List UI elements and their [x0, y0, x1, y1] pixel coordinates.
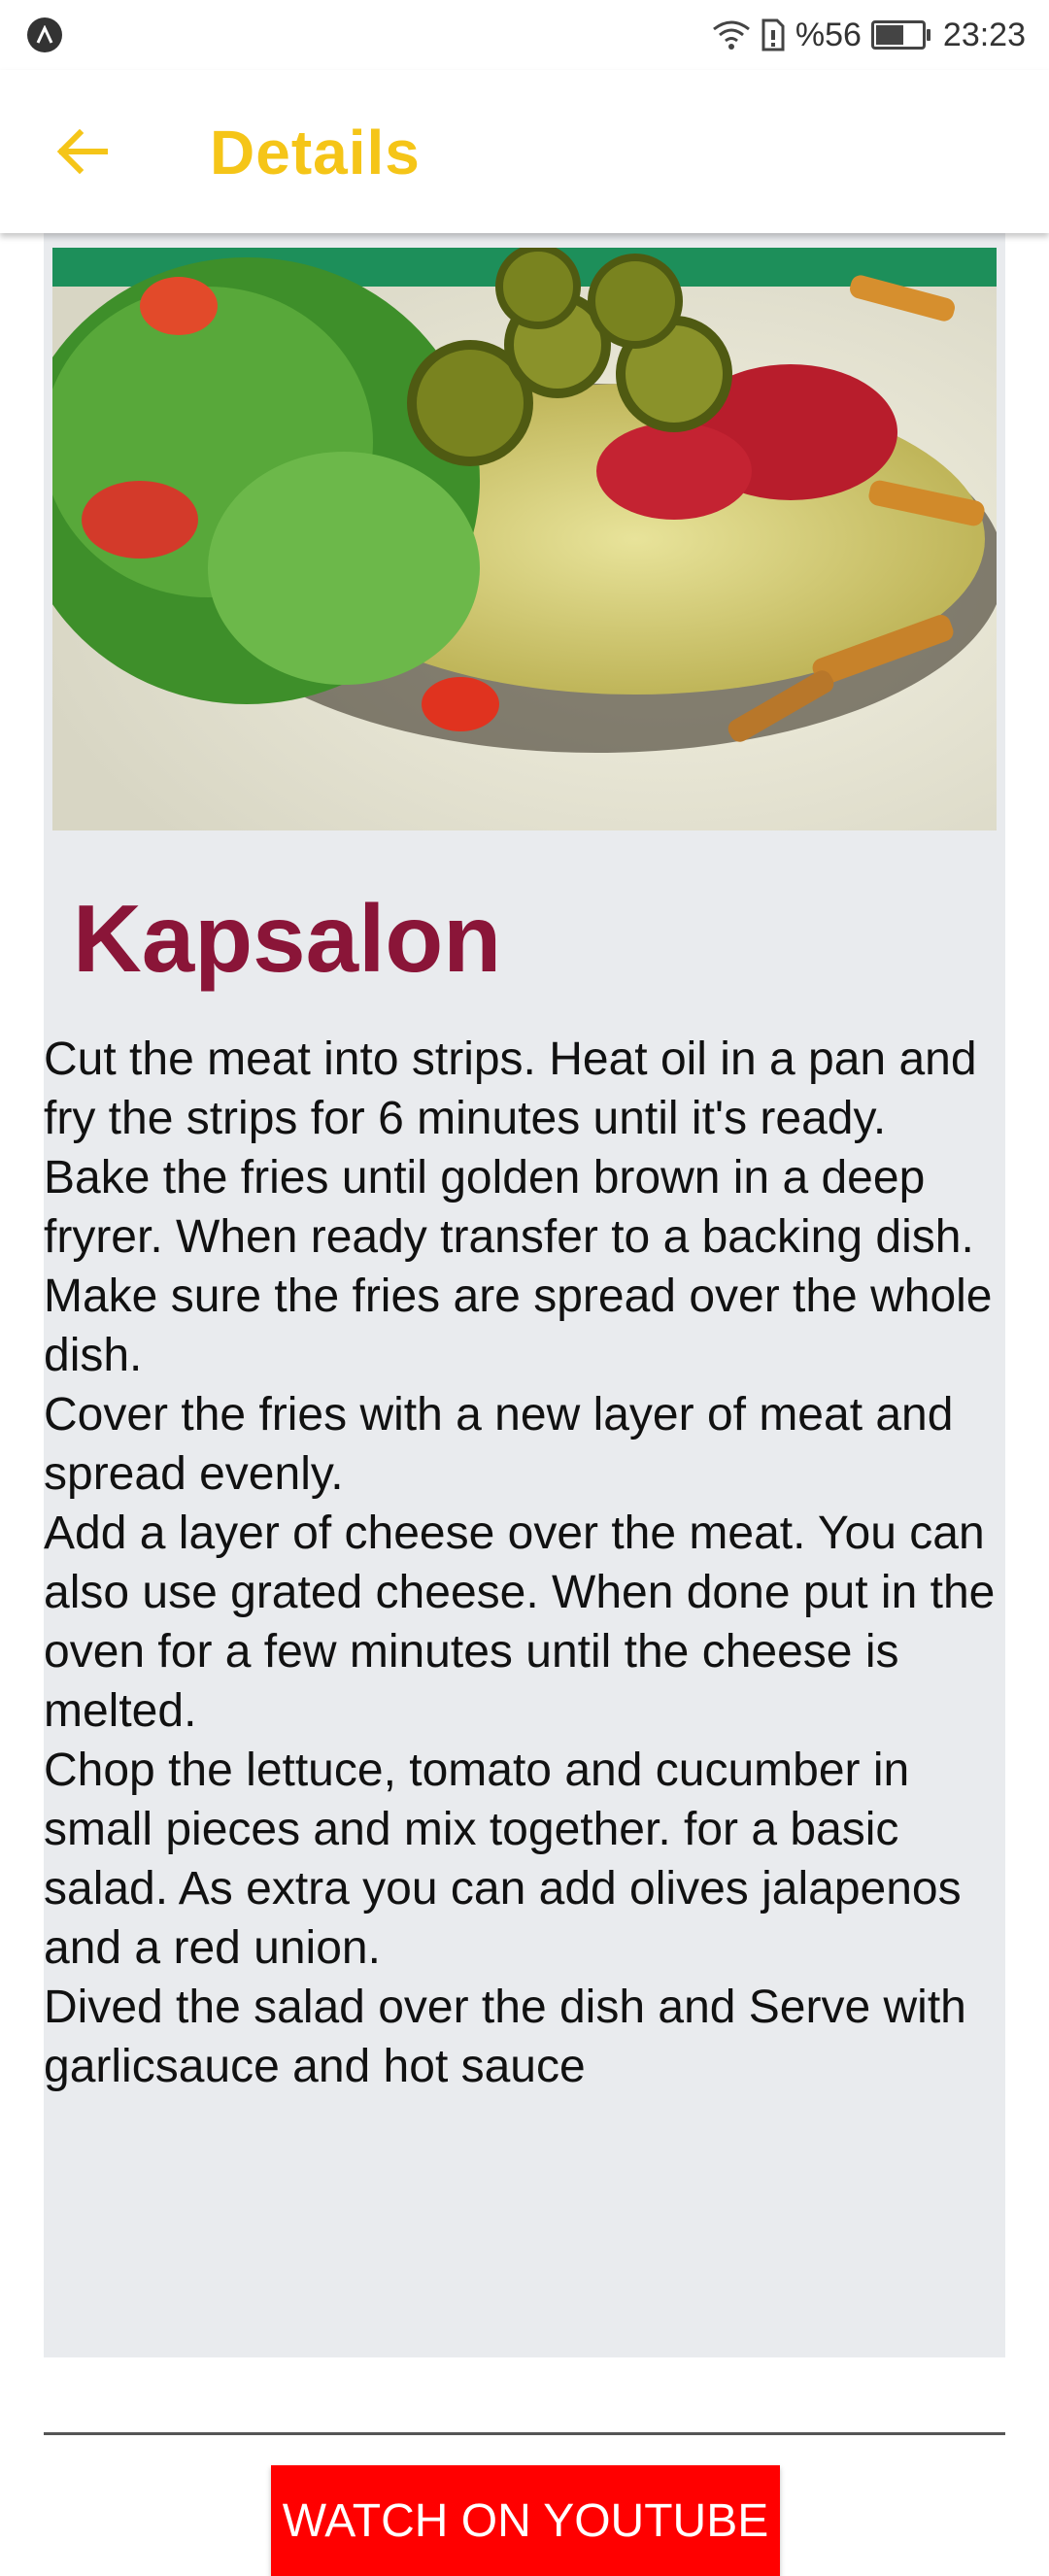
recipe-title: Kapsalon — [73, 885, 502, 992]
divider — [44, 2432, 1005, 2435]
instruction-step: Chop the lettuce, tomato and cucumber in… — [44, 1745, 962, 1974]
clock: 23:23 — [942, 16, 1026, 53]
instruction-step: Dived the salad over the dish and Serve … — [44, 1982, 966, 2092]
instruction-step: Cover the fries with a new layer of meat… — [44, 1389, 954, 1500]
food-photo — [52, 248, 997, 830]
status-indicators: %56 23:23 — [712, 14, 1026, 56]
app-bar: Details — [0, 70, 1049, 233]
instruction-step: Bake the fries until golden brown in a d… — [44, 1152, 993, 1381]
recipe-details: Kapsalon Cut the meat into strips. Heat … — [44, 233, 1005, 2576]
app-notification-icon — [27, 17, 62, 52]
page-title: Details — [210, 118, 421, 187]
instruction-step: Cut the meat into strips. Heat oil in a … — [44, 1034, 977, 1144]
wifi-icon — [712, 20, 750, 50]
instruction-step: Add a layer of cheese over the meat. You… — [44, 1508, 996, 1737]
sim-icon — [761, 18, 785, 51]
battery-percent: %56 — [795, 16, 862, 53]
recipe-instructions: Cut the meat into strips. Heat oil in a … — [44, 1030, 1005, 2096]
watch-on-youtube-button[interactable]: WATCH ON YOUTUBE — [271, 2465, 780, 2576]
arrow-back-icon — [56, 128, 108, 175]
status-bar: %56 23:23 — [0, 0, 1049, 70]
battery-icon — [870, 20, 931, 50]
back-button[interactable] — [43, 113, 120, 190]
recipe-image — [52, 248, 997, 830]
